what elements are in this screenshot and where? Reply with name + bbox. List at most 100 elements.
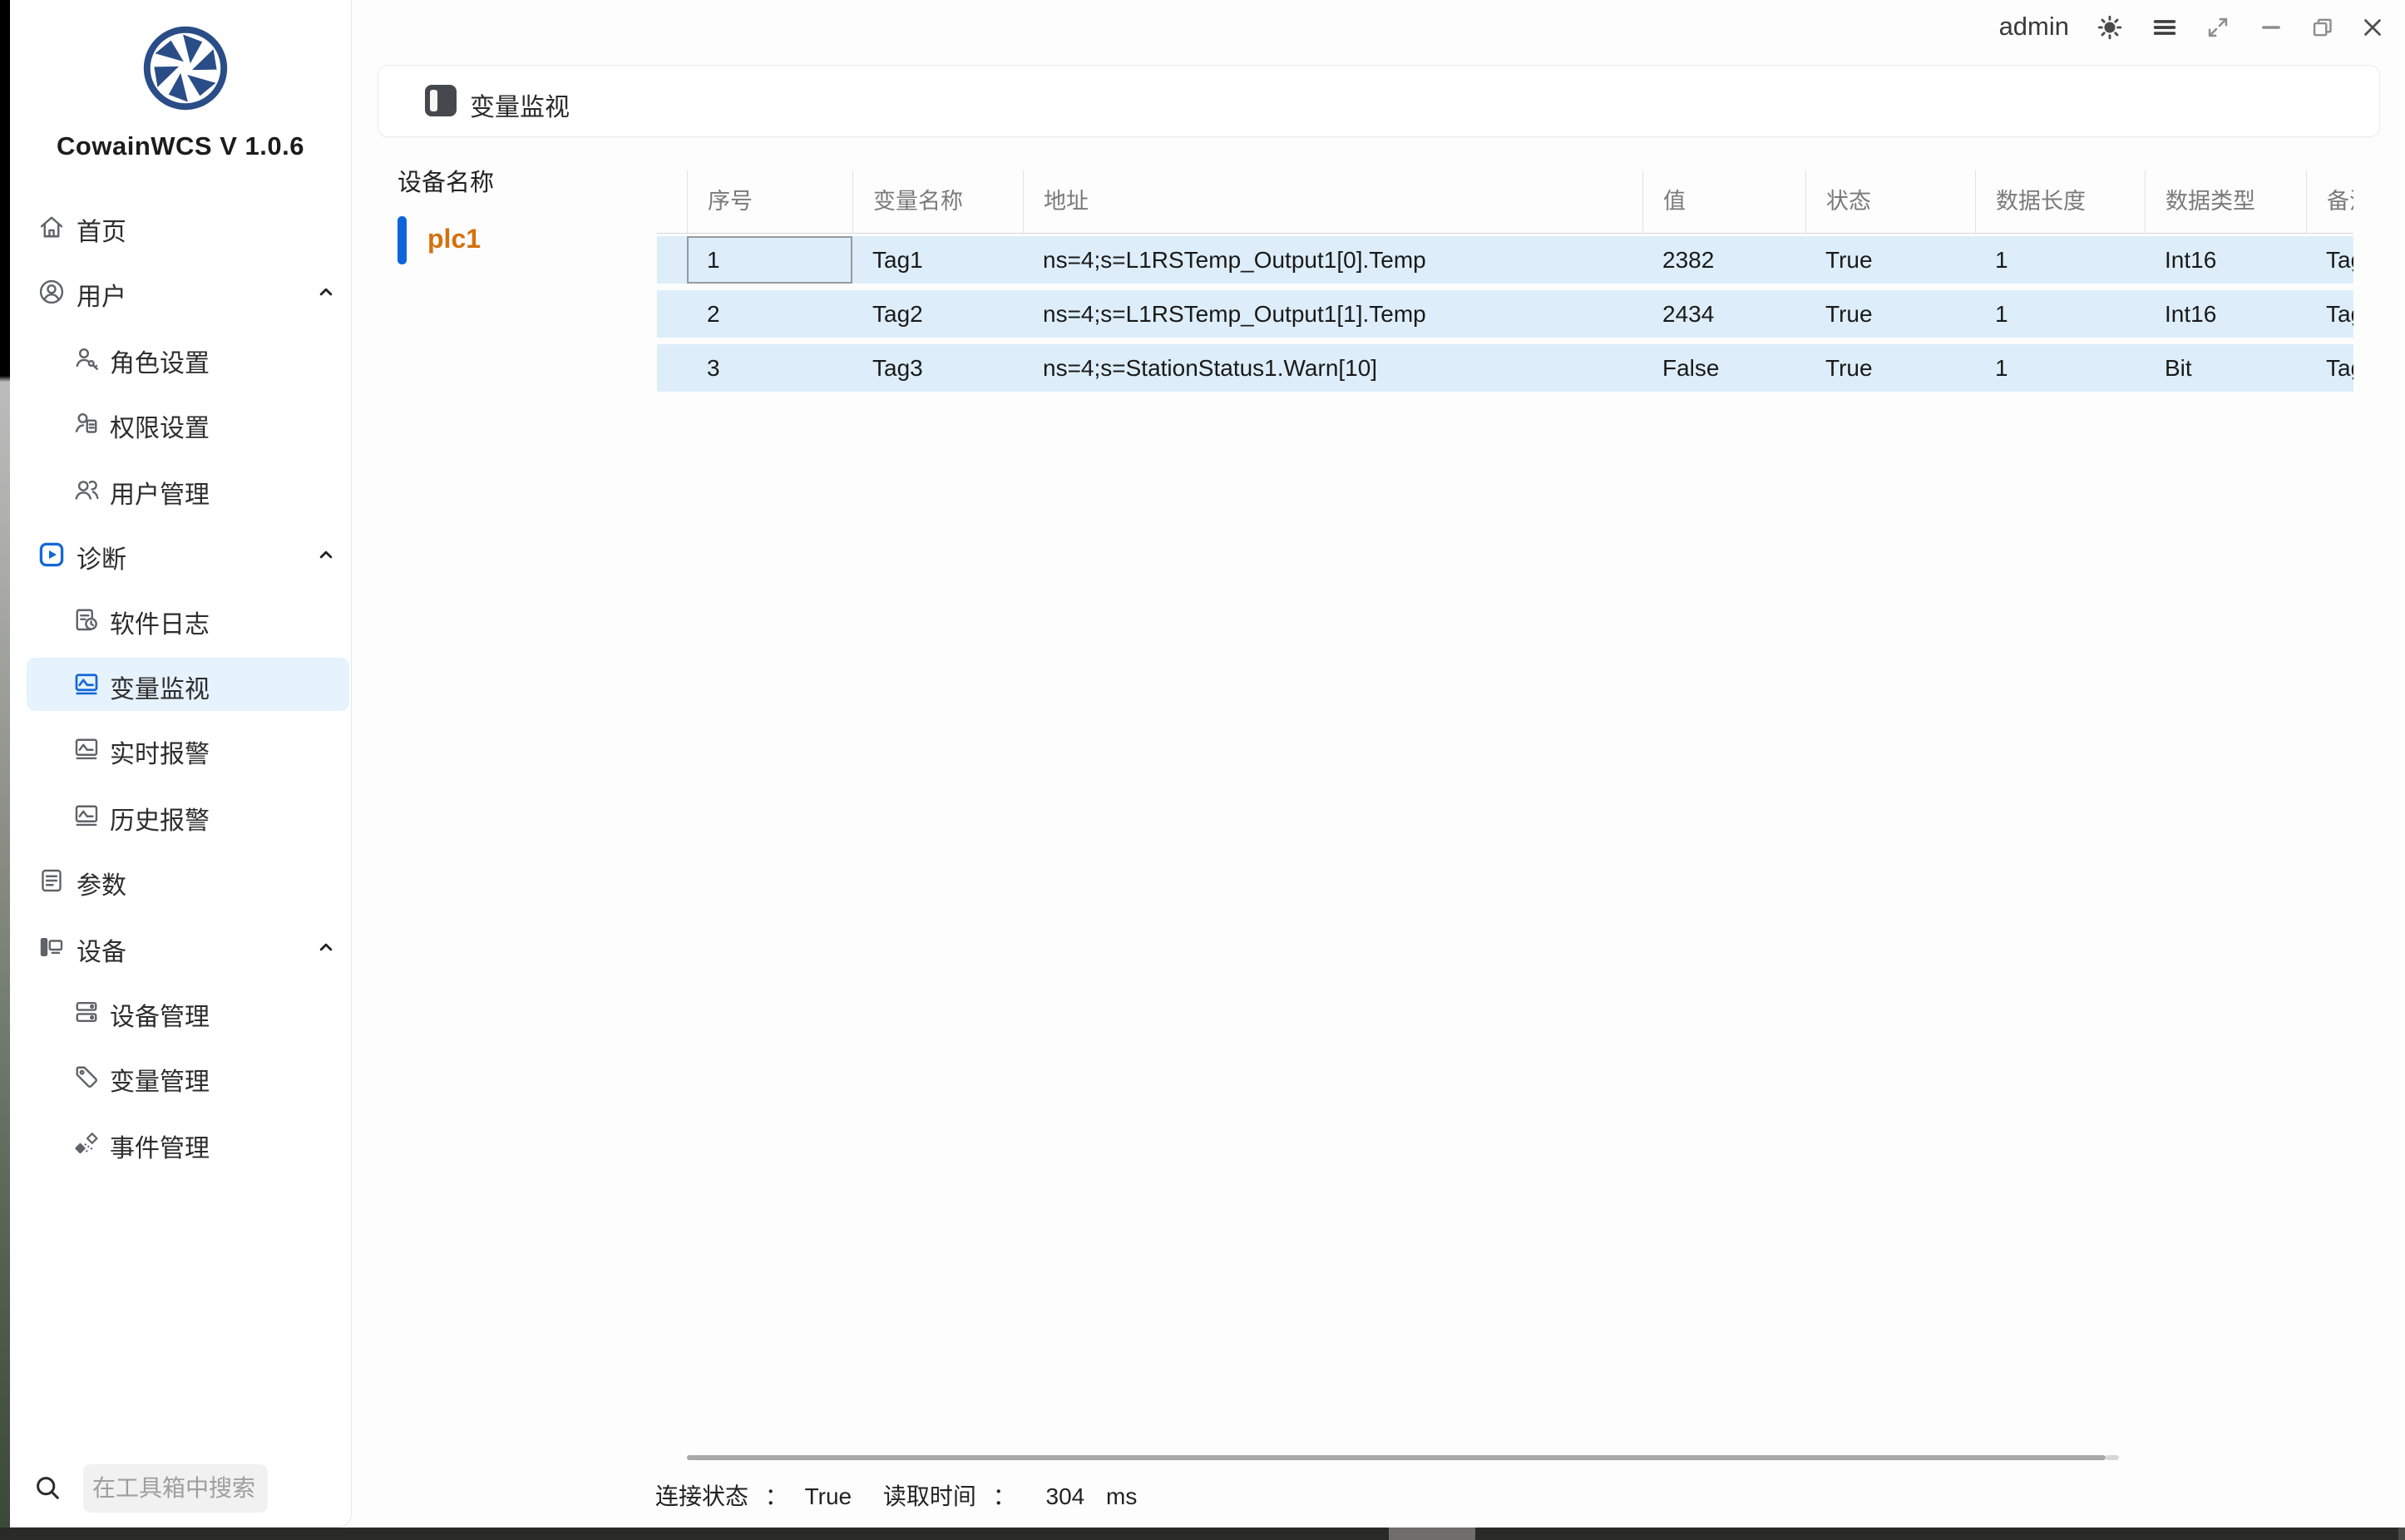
- params-doc-icon: [37, 866, 67, 896]
- connection-status-value: True: [805, 1483, 852, 1510]
- grid-body: 1 Tag1 ns=4;s=L1RSTemp_Output1[0].Temp 2…: [657, 236, 2353, 392]
- sidebar-item-variable-monitor[interactable]: 变量监视: [27, 658, 349, 711]
- restore-window-icon[interactable]: [2309, 13, 2337, 42]
- close-icon[interactable]: [2358, 13, 2387, 42]
- search-input[interactable]: [83, 1464, 268, 1513]
- grid-header-var-name[interactable]: 变量名称: [852, 170, 1023, 233]
- grid-cell[interactable]: Int16: [2145, 290, 2306, 338]
- taskbar-edge: [2398, 1528, 2405, 1540]
- horizontal-scrollbar-track[interactable]: [2106, 1455, 2119, 1460]
- grid-cell[interactable]: Tag2: [852, 290, 1023, 338]
- log-clipboard-clock-icon: [72, 605, 101, 634]
- panel-layout-icon: [425, 85, 457, 116]
- sidebar-item-device[interactable]: 设备: [27, 921, 349, 974]
- device-manage-server-icon: [72, 997, 101, 1027]
- read-time-unit: ms: [1106, 1483, 1137, 1510]
- row-header-strip[interactable]: [657, 344, 687, 392]
- hamburger-menu-icon[interactable]: [2151, 13, 2179, 42]
- grid-cell[interactable]: True: [1805, 236, 1975, 284]
- grid-cell[interactable]: Tag: [2306, 290, 2353, 338]
- minimize-icon[interactable]: [2257, 13, 2285, 42]
- grid-corner-cell: [657, 170, 687, 233]
- grid-cell[interactable]: Bit: [2145, 344, 2306, 392]
- sidebar-item-label: 事件管理: [110, 1128, 210, 1164]
- diagnosis-play-icon: [37, 540, 67, 570]
- grid-cell[interactable]: True: [1805, 290, 1975, 338]
- device-list-item-plc1[interactable]: plc1: [398, 215, 647, 266]
- sidebar-item-home[interactable]: 首页: [27, 200, 349, 254]
- desktop-edge-strip: [0, 0, 10, 1528]
- grid-cell[interactable]: True: [1805, 344, 1975, 392]
- sidebar-item-role-settings[interactable]: 角色设置: [27, 332, 349, 385]
- table-row[interactable]: 1 Tag1 ns=4;s=L1RSTemp_Output1[0].Temp 2…: [657, 236, 2353, 284]
- sidebar-item-label: 诊断: [77, 539, 126, 575]
- horizontal-scrollbar-thumb[interactable]: [687, 1455, 2106, 1460]
- sidebar-item-label: 变量管理: [110, 1061, 210, 1098]
- sidebar-item-label: 用户管理: [110, 474, 210, 511]
- permission-doc-icon: [72, 408, 101, 438]
- grid-cell[interactable]: 1: [1975, 290, 2145, 338]
- grid-cell[interactable]: Tag3: [852, 344, 1023, 392]
- read-time-value: 304: [1046, 1483, 1085, 1510]
- grid-cell[interactable]: ns=4;s=L1RSTemp_Output1[0].Temp: [1023, 236, 1642, 284]
- device-icon: [37, 932, 67, 962]
- grid-cell[interactable]: ns=4;s=L1RSTemp_Output1[1].Temp: [1023, 290, 1642, 338]
- row-header-strip[interactable]: [657, 236, 687, 284]
- grid-header-remark[interactable]: 备注: [2306, 170, 2353, 233]
- expand-fullscreen-icon[interactable]: [2204, 13, 2232, 42]
- home-icon: [37, 212, 67, 242]
- chevron-up-icon[interactable]: [314, 280, 338, 304]
- colon: ：: [993, 1478, 1016, 1512]
- grid-header-value[interactable]: 值: [1642, 170, 1805, 233]
- sidebar-item-event-management[interactable]: 事件管理: [27, 1117, 349, 1170]
- table-row[interactable]: 3 Tag3 ns=4;s=StationStatus1.Warn[10] Fa…: [657, 344, 2353, 392]
- chevron-up-icon[interactable]: [314, 543, 338, 566]
- sun-icon[interactable]: [2096, 13, 2124, 42]
- grid-header-data-length[interactable]: 数据长度: [1975, 170, 2145, 233]
- grid-cell[interactable]: Tag1: [852, 236, 1023, 284]
- sidebar-item-parameters[interactable]: 参数: [27, 854, 349, 907]
- grid-cell[interactable]: 1: [1975, 236, 2145, 284]
- grid-cell[interactable]: ns=4;s=StationStatus1.Warn[10]: [1023, 344, 1642, 392]
- grid-cell-focused[interactable]: 1: [687, 236, 852, 284]
- sidebar-item-label: 首页: [77, 211, 126, 248]
- grid-cell[interactable]: False: [1642, 344, 1805, 392]
- sidebar-item-label: 实时报警: [110, 733, 210, 770]
- grid-cell[interactable]: Tag: [2306, 344, 2353, 392]
- table-row[interactable]: 2 Tag2 ns=4;s=L1RSTemp_Output1[1].Temp 2…: [657, 290, 2353, 338]
- sidebar-item-diagnosis[interactable]: 诊断: [27, 528, 349, 581]
- tab-title[interactable]: 变量监视: [470, 86, 570, 123]
- sidebar-item-label: 变量监视: [110, 669, 210, 705]
- sidebar-item-device-management[interactable]: 设备管理: [27, 985, 349, 1039]
- grid-cell[interactable]: 2382: [1642, 236, 1805, 284]
- sidebar-item-user[interactable]: 用户: [27, 265, 349, 318]
- row-header-strip[interactable]: [657, 290, 687, 338]
- grid-header-status[interactable]: 状态: [1805, 170, 1975, 233]
- grid-cell[interactable]: Int16: [2145, 236, 2306, 284]
- sidebar-item-label: 设备管理: [110, 996, 210, 1033]
- sidebar-item-permission-settings[interactable]: 权限设置: [27, 397, 349, 450]
- selected-device-indicator: [398, 216, 407, 264]
- sidebar-item-variable-management[interactable]: 变量管理: [27, 1050, 349, 1103]
- taskbar[interactable]: [0, 1528, 2405, 1540]
- grid-header-address[interactable]: 地址: [1023, 170, 1642, 233]
- grid-cell[interactable]: 2434: [1642, 290, 1805, 338]
- sidebar-item-software-log[interactable]: 软件日志: [27, 593, 349, 646]
- chevron-up-icon[interactable]: [314, 935, 338, 959]
- grid-cell[interactable]: 1: [1975, 344, 2145, 392]
- taskbar-item[interactable]: [1389, 1528, 1475, 1540]
- grid-cell[interactable]: 2: [687, 290, 852, 338]
- sidebar-item-user-management[interactable]: 用户管理: [27, 463, 349, 516]
- sidebar-item-history-alarm[interactable]: 历史报警: [27, 789, 349, 842]
- current-user-label[interactable]: admin: [1999, 12, 2069, 42]
- history-alarm-chart-icon: [72, 801, 101, 831]
- grid-header-data-type[interactable]: 数据类型: [2145, 170, 2306, 233]
- sidebar-item-realtime-alarm[interactable]: 实时报警: [27, 723, 349, 776]
- grid-header-seq[interactable]: 序号: [687, 170, 852, 233]
- toolbox-search-row: [10, 1459, 351, 1518]
- grid-cell[interactable]: 3: [687, 344, 852, 392]
- sidebar: CowainWCS V 1.0.6 首页 用户 角色设置: [10, 0, 352, 1528]
- user-circle-icon: [37, 277, 67, 307]
- grid-cell[interactable]: Tag: [2306, 236, 2353, 284]
- search-icon[interactable]: [32, 1473, 62, 1503]
